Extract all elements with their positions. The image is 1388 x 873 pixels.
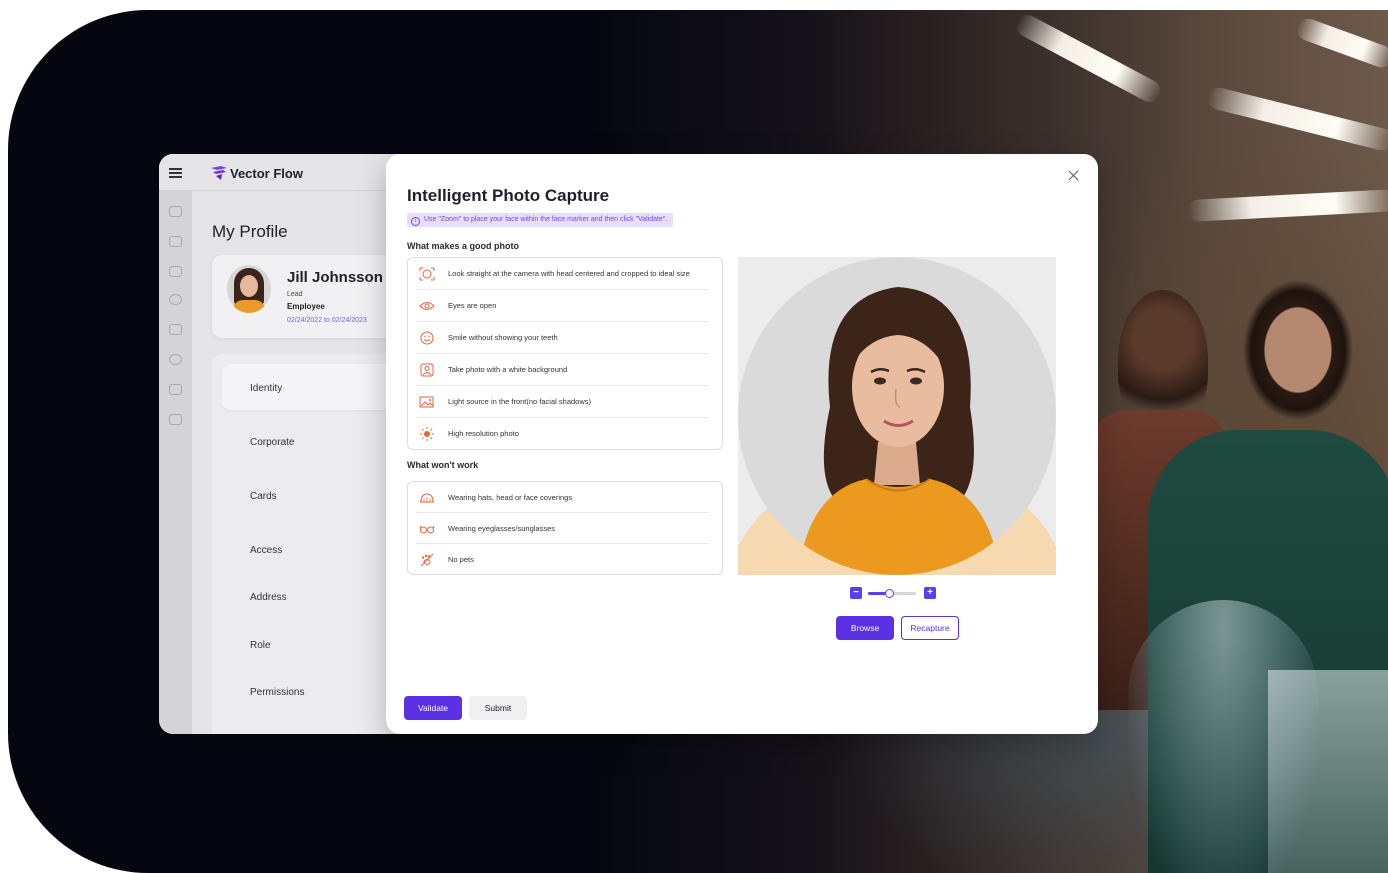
nav-item-address[interactable]: Address [250, 592, 287, 603]
smile-icon [420, 331, 434, 345]
menu-icon[interactable] [169, 168, 182, 178]
info-icon: i [411, 217, 420, 226]
bad-photo-list: Wearing hats, head or face coverings Wea… [407, 481, 723, 575]
glasses-icon [419, 525, 435, 534]
validate-button[interactable]: Validate [404, 696, 462, 720]
modal-title: Intelligent Photo Capture [407, 186, 610, 205]
list-icon[interactable] [169, 236, 182, 247]
captured-portrait [738, 257, 1056, 575]
hint-banner: i Use "Zoom" to place your face within th… [407, 213, 674, 227]
home-icon[interactable] [169, 206, 182, 217]
photo-capture-modal: Intelligent Photo Capture i Use "Zoom" to… [386, 154, 1098, 734]
bad-item-text: Wearing hats, head or face coverings [448, 493, 573, 502]
nav-item-corporate[interactable]: Corporate [250, 437, 294, 448]
list-item: Take photo with a white background [416, 354, 708, 386]
bad-item-text: Wearing eyeglasses/sunglasses [448, 524, 556, 533]
nav-item-identity[interactable]: Identity [250, 383, 282, 394]
id-card-icon[interactable] [169, 384, 182, 395]
nav-item-cards[interactable]: Cards [250, 491, 277, 502]
zoom-slider-thumb[interactable] [885, 589, 894, 598]
image-light-icon [419, 396, 434, 408]
chart-icon[interactable] [169, 324, 182, 335]
list-item: No pets [416, 544, 708, 575]
good-item-text: Look straight at the camera with head ce… [448, 269, 690, 278]
profile-title: Lead [287, 291, 303, 298]
nav-item-role[interactable]: Role [250, 640, 271, 651]
profile-role: Employee [287, 302, 325, 311]
background-person [1118, 290, 1208, 430]
good-item-text: Take photo with a white background [448, 365, 568, 374]
profile-name: Jill Johnsson [287, 269, 383, 286]
list-item: High resolution photo [416, 418, 708, 450]
brand-name: Vector Flow [230, 166, 303, 181]
side-rail [159, 154, 192, 734]
bad-item-text: No pets [448, 555, 474, 564]
close-icon[interactable] [1066, 168, 1082, 184]
browse-button[interactable]: Browse [836, 616, 894, 640]
avatar [227, 265, 271, 313]
list-item: Eyes are open [416, 290, 708, 322]
photo-preview [738, 257, 1056, 575]
ceiling-light [1012, 11, 1165, 106]
profile-dates: 02/24/2022 to 02/24/2023 [287, 317, 367, 324]
pin-icon[interactable] [169, 266, 182, 277]
zoom-in-button[interactable]: + [924, 587, 936, 599]
vector-flow-logo-icon [211, 166, 227, 180]
hat-icon [420, 493, 434, 503]
badge-icon[interactable] [169, 414, 182, 425]
good-item-text: Light source in the front(no facial shad… [448, 397, 591, 406]
ceiling-light [1205, 85, 1388, 153]
face-target-icon [419, 267, 435, 281]
history-icon[interactable] [169, 294, 182, 305]
portrait-icon [420, 363, 434, 377]
zoom-out-button[interactable]: − [850, 587, 862, 599]
hint-text: Use "Zoom" to place your face within the… [424, 216, 668, 223]
list-item: Light source in the front(no facial shad… [416, 386, 708, 418]
recapture-button[interactable]: Recapture [901, 616, 959, 640]
background-person [1208, 240, 1388, 440]
glass-gate [1268, 670, 1388, 873]
nav-item-access[interactable]: Access [250, 545, 282, 556]
list-item: Wearing hats, head or face coverings [416, 482, 708, 513]
list-item: Wearing eyeglasses/sunglasses [416, 513, 708, 544]
list-item: Look straight at the camera with head ce… [416, 258, 708, 290]
ceiling-light [1187, 189, 1388, 222]
good-photo-heading: What makes a good photo [407, 241, 520, 251]
user-icon[interactable] [169, 354, 182, 365]
list-item: Smile without showing your teeth [416, 322, 708, 354]
nav-item-permissions[interactable]: Permissions [250, 687, 304, 698]
eye-icon [419, 302, 435, 310]
submit-button[interactable]: Submit [469, 696, 527, 720]
zoom-control: − + [850, 586, 940, 600]
no-pets-icon [420, 553, 434, 567]
good-photo-list: Look straight at the camera with head ce… [407, 257, 723, 450]
page-title: My Profile [212, 222, 288, 241]
good-item-text: Eyes are open [448, 301, 497, 310]
ceiling-light [1294, 15, 1388, 71]
good-item-text: Smile without showing your teeth [448, 333, 558, 342]
brightness-icon [420, 427, 434, 441]
good-item-text: High resolution photo [448, 429, 519, 438]
bad-photo-heading: What won't work [407, 460, 479, 470]
